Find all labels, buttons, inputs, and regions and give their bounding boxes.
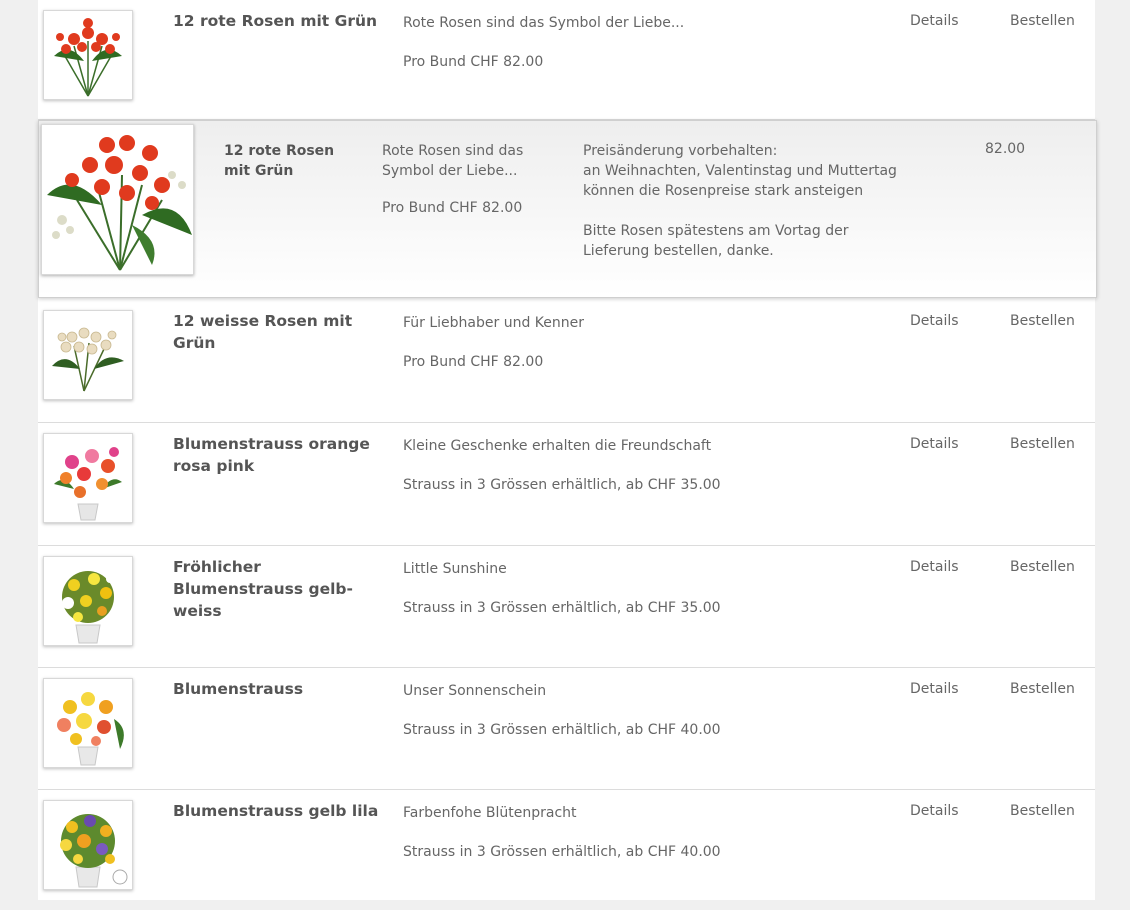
price-notice-line: an Weihnachten, Valentinstag und Muttert… <box>583 163 897 179</box>
product-row[interactable]: 12 weisse Rosen mit Grün Für Liebhaber u… <box>38 300 1095 423</box>
price-notice-line: Lieferung bestellen, danke. <box>583 243 774 259</box>
product-price: Strauss in 3 Grössen erhältlich, ab CHF … <box>403 600 721 616</box>
sunshine-bouquet-image[interactable] <box>43 678 133 768</box>
price-notice-spacer <box>583 201 923 221</box>
orange-pink-bouquet-image[interactable] <box>43 433 133 523</box>
details-link[interactable]: Details <box>910 559 959 575</box>
details-link[interactable]: Details <box>910 313 959 329</box>
expanded-amount: 82.00 <box>985 141 1026 157</box>
details-link[interactable]: Details <box>910 803 959 819</box>
yellow-purple-bouquet-image[interactable] <box>43 800 133 890</box>
price-notice-line: Preisänderung vorbehalten: <box>583 143 778 159</box>
product-description: Kleine Geschenke erhalten die Freundscha… <box>403 438 712 454</box>
details-link[interactable]: Details <box>910 436 959 452</box>
product-row[interactable]: Blumenstrauss orange rosa pink Kleine Ge… <box>38 423 1095 546</box>
product-price: Strauss in 3 Grössen erhältlich, ab CHF … <box>403 844 721 860</box>
product-title[interactable]: Blumenstrauss gelb lila <box>173 800 388 822</box>
price-notice-line: Bitte Rosen spätestens am Vortag der <box>583 223 849 239</box>
order-link[interactable]: Bestellen <box>1010 313 1075 329</box>
product-description: Little Sunshine <box>403 561 507 577</box>
product-row[interactable]: Blumenstrauss gelb lila Farbenfohe Blüte… <box>38 790 1095 910</box>
product-price: Strauss in 3 Grössen erhältlich, ab CHF … <box>403 722 721 738</box>
expanded-product-details: 12 rote Rosen mit Grün Rote Rosen sind d… <box>38 120 1097 298</box>
product-price: Pro Bund CHF 82.00 <box>403 54 544 70</box>
red-roses-image[interactable] <box>43 10 133 100</box>
product-row[interactable]: Blumenstrauss Unser Sonnenschein Strauss… <box>38 668 1095 790</box>
red-roses-large-image[interactable] <box>41 124 194 275</box>
product-description: Für Liebhaber und Kenner <box>403 315 585 331</box>
details-link[interactable]: Details <box>910 681 959 697</box>
order-link[interactable]: Bestellen <box>1010 436 1075 452</box>
product-title[interactable]: 12 rote Rosen mit Grün <box>173 10 388 32</box>
expanded-product-description: Rote Rosen sind das Symbol der Liebe... <box>382 143 524 179</box>
expanded-product-title: 12 rote Rosen mit Grün <box>224 143 335 179</box>
white-roses-image[interactable] <box>43 310 133 400</box>
order-link[interactable]: Bestellen <box>1010 803 1075 819</box>
yellow-white-bouquet-image[interactable] <box>43 556 133 646</box>
product-description: Farbenfohe Blütenpracht <box>403 805 577 821</box>
product-title[interactable]: 12 weisse Rosen mit Grün <box>173 310 388 354</box>
product-description: Rote Rosen sind das Symbol der Liebe... <box>403 15 685 31</box>
order-link[interactable]: Bestellen <box>1010 13 1075 29</box>
details-link[interactable]: Details <box>910 13 959 29</box>
product-price: Pro Bund CHF 82.00 <box>403 354 544 370</box>
price-notice-line: können die Rosenpreise stark ansteigen <box>583 183 864 199</box>
product-description: Unser Sonnenschein <box>403 683 547 699</box>
order-link[interactable]: Bestellen <box>1010 681 1075 697</box>
product-title[interactable]: Blumenstrauss orange rosa pink <box>173 433 388 477</box>
product-title[interactable]: Blumenstrauss <box>173 678 388 700</box>
order-link[interactable]: Bestellen <box>1010 559 1075 575</box>
product-price: Strauss in 3 Grössen erhältlich, ab CHF … <box>403 477 721 493</box>
product-row[interactable]: 12 rote Rosen mit Grün Rote Rosen sind d… <box>38 0 1095 120</box>
expanded-product-price: Pro Bund CHF 82.00 <box>382 200 523 216</box>
product-row[interactable]: Fröhlicher Blumenstrauss gelb-weiss Litt… <box>38 546 1095 668</box>
price-notice: Preisänderung vorbehalten: an Weihnachte… <box>583 141 923 261</box>
product-list: 12 rote Rosen mit Grün Rote Rosen sind d… <box>38 0 1097 900</box>
product-title[interactable]: Fröhlicher Blumenstrauss gelb-weiss <box>173 556 388 622</box>
